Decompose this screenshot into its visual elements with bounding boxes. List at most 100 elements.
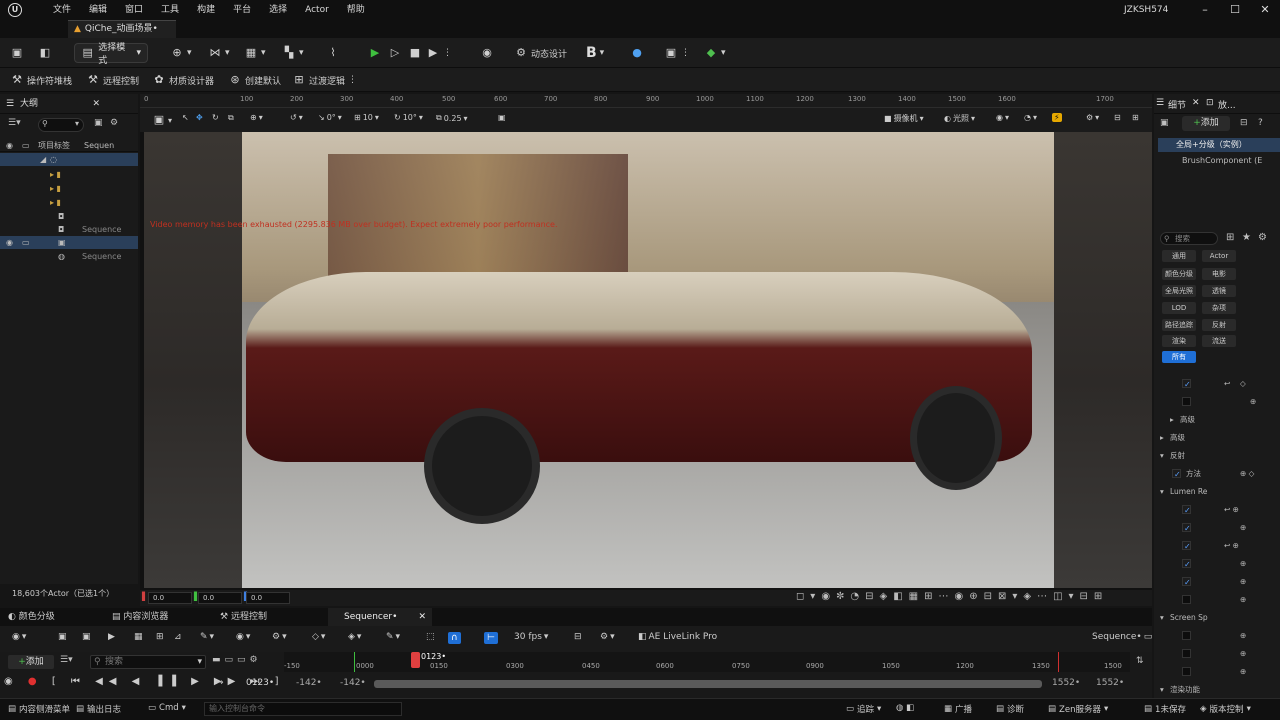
timeline-ruler[interactable]: -150 0000 0150 0300 0450 0600 0750 0900 …	[284, 652, 1130, 672]
details-tab[interactable]: 细节	[1168, 98, 1186, 111]
menu-platform[interactable]: 平台	[224, 0, 260, 20]
keyframe-icon[interactable]: ⊕	[1240, 592, 1246, 607]
add-track-button[interactable]: +添加	[8, 655, 54, 669]
plugin-button[interactable]: ◆ ▾	[704, 44, 726, 62]
diagnostics-button[interactable]: ▤ 诊断	[996, 703, 1024, 715]
menu-actor[interactable]: Actor	[296, 0, 338, 20]
category-color-grading[interactable]: 颜色分级	[1162, 268, 1196, 280]
keyframe-icon[interactable]: ⊕	[1240, 628, 1246, 643]
show-dropdown[interactable]: ◉ ▾	[996, 113, 1009, 122]
close-icon[interactable]: ✕	[1250, 0, 1280, 20]
keyframe-icon[interactable]: ⊕	[1240, 520, 1246, 535]
sequence-name[interactable]: Sequence• ▭	[1092, 632, 1152, 642]
blueprint-button[interactable]: ⋈ ▾	[208, 44, 230, 62]
snap-frames-button[interactable]: ⊢	[484, 632, 498, 644]
keyframe-icon[interactable]: ⊕	[1240, 646, 1246, 661]
key-button[interactable]: ◇ ▾	[312, 632, 325, 642]
browse-button[interactable]: ◧	[38, 44, 52, 62]
reset-icon[interactable]: ↩	[1224, 376, 1230, 391]
section-lumen[interactable]: ▾ Lumen Re	[1154, 484, 1280, 499]
blueprint-icon[interactable]: ⊟	[1240, 118, 1248, 128]
settings-button[interactable]: ⚙ ▾	[600, 632, 615, 642]
property-checkbox[interactable]	[1182, 575, 1191, 590]
category-reflection[interactable]: 反射	[1202, 319, 1236, 331]
create-default-button[interactable]: ⊛ 创建默认	[228, 72, 281, 88]
property-checkbox[interactable]	[1182, 595, 1191, 604]
gear-icon[interactable]: ⚙	[1258, 232, 1267, 243]
render-button[interactable]: ▶	[108, 632, 115, 642]
tab-remote-control[interactable]: ⚒ 远程控制	[220, 608, 320, 626]
category-rendering[interactable]: 渲染	[1162, 335, 1196, 347]
current-frame-field[interactable]: 0123•	[246, 678, 274, 688]
remote-control-button[interactable]: ⚒ 远程控制	[86, 72, 139, 88]
select-tool-button[interactable]: ↖	[182, 113, 189, 122]
lock-icon[interactable]: ▭	[22, 236, 30, 249]
surface-snap-button[interactable]: ↺ ▾	[290, 113, 303, 122]
modes-button[interactable]: ▚ ▾	[282, 44, 304, 62]
loop-icon[interactable]: →	[216, 678, 224, 688]
section-screen-space[interactable]: ▾ Screen Sp	[1154, 610, 1280, 625]
filter-icon[interactable]: ☰▾	[8, 118, 21, 128]
category-film[interactable]: 电影	[1202, 268, 1236, 280]
content-drawer-button[interactable]: ▤ 内容侧滑菜单	[8, 703, 70, 715]
actions-button[interactable]: ✎ ▾	[200, 632, 214, 642]
cinematics-button[interactable]: ▦ ▾	[244, 44, 266, 62]
brush-button[interactable]: ✎ ▾	[386, 632, 400, 642]
category-lens[interactable]: 透镜	[1202, 285, 1236, 297]
property-checkbox[interactable]	[1182, 539, 1191, 554]
level-tab[interactable]: ▲ QiChe_动画场景•	[68, 20, 176, 38]
viewport-scene[interactable]: Video memory has been exhausted (2295.83…	[144, 132, 1152, 588]
outliner-row-selected[interactable]: ◉ ▭ ▣	[0, 236, 138, 249]
column-sequence[interactable]: Sequen	[84, 139, 114, 152]
camera-dropdown[interactable]: ■ 摄像机 ▾	[884, 113, 924, 124]
angle-snap-dropdown[interactable]: ↘ 0° ▾	[318, 113, 342, 122]
coord-y-field[interactable]: 0.0	[198, 592, 242, 604]
section-render-features[interactable]: ▾ 渲染功能	[1154, 682, 1280, 697]
end-frame-field[interactable]: 1552•	[1096, 678, 1124, 688]
category-lod[interactable]: LOD	[1162, 302, 1196, 314]
brush-component[interactable]: BrushComponent (E	[1166, 154, 1280, 167]
playhead[interactable]	[411, 652, 420, 668]
property-checkbox[interactable]	[1182, 667, 1191, 676]
console-input[interactable]: 输入控制台命令	[204, 702, 402, 716]
keyframe-icon[interactable]: ⊕ ◇	[1240, 466, 1254, 481]
outliner-settings-icon[interactable]: ⚙	[110, 118, 118, 128]
column-label[interactable]: 项目标签	[38, 139, 70, 152]
maximize-viewport-button[interactable]: ⊞	[1132, 113, 1139, 122]
details-search-input[interactable]: ⚲ 搜索	[1160, 232, 1218, 245]
auto-key-button[interactable]: ◈ ▾	[348, 632, 361, 642]
add-component-button[interactable]: +添加	[1182, 116, 1230, 131]
viewport-options-button[interactable]: ▣ ▾	[152, 113, 172, 127]
track-view-icons[interactable]: ▬▭▭⚙	[212, 655, 262, 665]
outliner-row-folder[interactable]: ▸ ▮	[0, 168, 138, 181]
snap-button[interactable]: ∩	[448, 632, 461, 644]
performance-dropdown[interactable]: ◔ ▾	[1024, 113, 1037, 122]
keyframe-icon[interactable]: ⊕	[1240, 664, 1246, 679]
find-button[interactable]: ▣	[82, 632, 91, 642]
reset-icon[interactable]: ↩ ⊕	[1224, 538, 1239, 553]
tab-color-grading[interactable]: ◐ 颜色分级	[8, 608, 104, 626]
menu-file[interactable]: 文件	[44, 0, 80, 20]
star-icon[interactable]: ★	[1242, 232, 1251, 243]
view-options-button[interactable]: ◉ ▾	[236, 632, 250, 642]
section-advanced-inner[interactable]: ▸ 高级	[1154, 412, 1280, 427]
playback-options-button[interactable]: ⚙ ▾	[272, 632, 287, 642]
broadcast-button[interactable]: ▦ 广播	[944, 703, 972, 715]
translate-tool-button[interactable]: ✥	[196, 113, 203, 122]
category-gi[interactable]: 全局光照	[1162, 285, 1196, 297]
viewport-settings-button[interactable]: ⚙ ▾	[1086, 113, 1099, 122]
livelink-button[interactable]: ◧ AE LiveLink Pro	[638, 632, 717, 642]
zen-server-button[interactable]: ▤ Zen服务器 ▾	[1048, 703, 1108, 715]
property-checkbox[interactable]	[1182, 521, 1191, 536]
property-checkbox[interactable]	[1182, 557, 1191, 572]
expand-icon[interactable]: ◢	[40, 153, 46, 166]
outliner-row-sequence[interactable]: ◘ Sequence	[0, 223, 138, 236]
keyframe-icon[interactable]: ⊕	[1240, 556, 1246, 571]
keyframe-icon[interactable]: ⊕	[1250, 394, 1256, 409]
fps-dropdown[interactable]: 30 fps ▾	[514, 632, 548, 642]
category-streaming[interactable]: 流送	[1202, 335, 1236, 347]
coord-x-field[interactable]: 0.0	[148, 592, 192, 604]
outliner-close-icon[interactable]: ✕	[92, 94, 100, 114]
sequencer-search-input[interactable]: ⚲ 搜索 ▾	[90, 655, 206, 669]
grid-view-icon[interactable]: ⊞	[1226, 232, 1234, 243]
